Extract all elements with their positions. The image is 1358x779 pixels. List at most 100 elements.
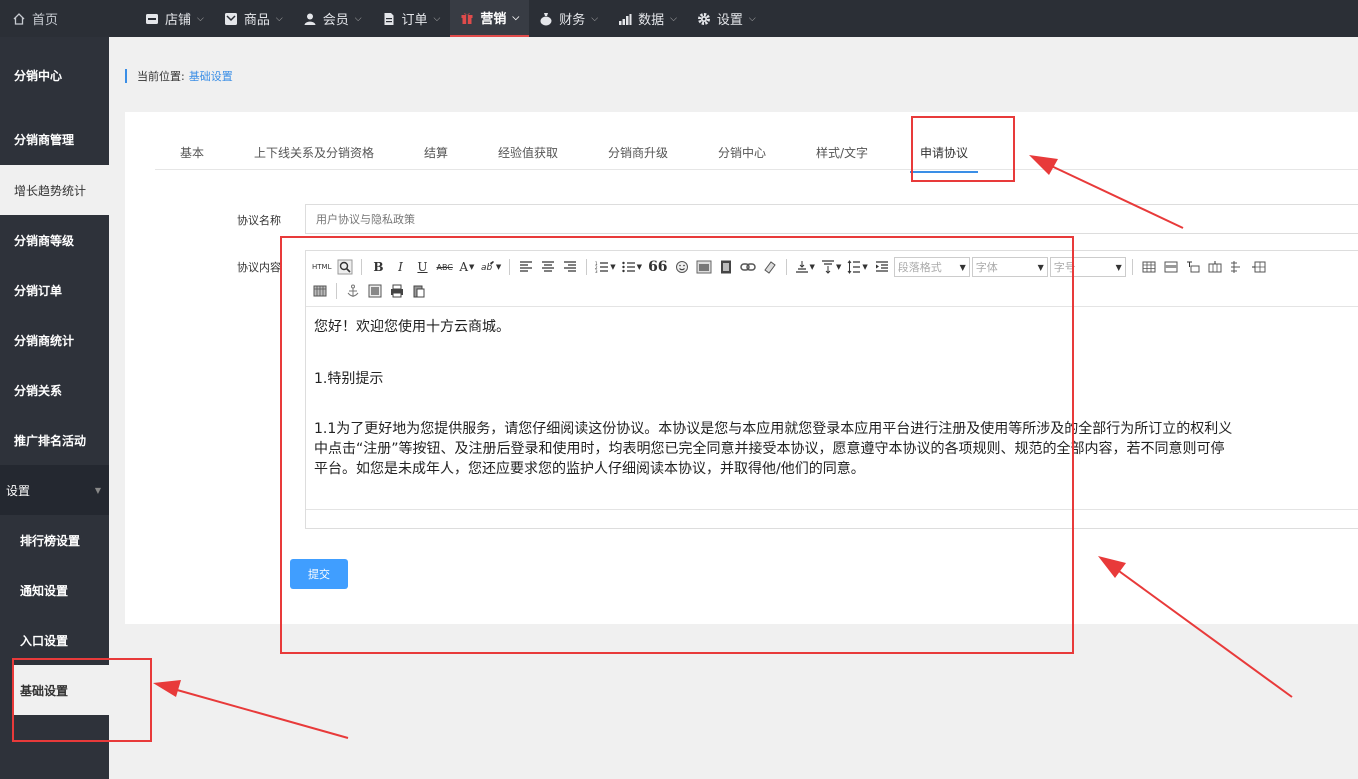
tab-settlement[interactable]: 结算 [424,136,448,161]
content-blank-line [314,337,1357,369]
sidebar-item-distribution-center[interactable]: 分销中心 [0,37,109,113]
italic-button[interactable]: I [390,257,410,277]
anchor-icon[interactable] [343,281,363,301]
image-icon[interactable] [694,257,714,277]
agreement-name-input[interactable] [305,204,1358,234]
breadcrumb-current[interactable]: 基础设置 [189,68,233,84]
sidebar-item-growth-stats[interactable]: 增长趋势统计 [0,165,109,215]
caret-down-icon: ▼ [469,263,475,271]
indent-icon[interactable] [872,257,892,277]
print-icon[interactable] [387,281,407,301]
chevron-down-icon: ⌵ [591,13,599,24]
tab-style-text[interactable]: 样式/文字 [816,136,868,161]
tab-relations[interactable]: 上下线关系及分销资格 [254,136,374,161]
caret-down-icon: ▼ [495,263,502,271]
caret-down-icon: ▼ [959,262,966,272]
blockquote-icon[interactable]: 66 [646,257,669,277]
sidebar-item-entry-settings[interactable]: 入口设置 [0,615,109,665]
table-icon[interactable] [1139,257,1159,277]
sidebar-item-notification-settings[interactable]: 通知设置 [0,565,109,615]
sidebar-item-label: 入口设置 [20,633,69,648]
sidebar-item-label: 分销商管理 [14,132,75,147]
nav-settings[interactable]: 设置 ⌵ [687,0,766,37]
underline-button[interactable]: U [412,257,432,277]
vertical-align-icon[interactable]: ▼ [793,257,817,277]
paste-icon[interactable] [409,281,429,301]
chevron-down-icon: ⌵ [670,13,677,24]
sidebar-item-basic-settings[interactable]: 基础设置 [12,665,109,715]
insert-row-icon[interactable] [1161,257,1181,277]
link-icon[interactable] [738,257,758,277]
split-cells-icon[interactable] [1249,257,1269,277]
align-left-icon[interactable] [516,257,536,277]
paragraph-spacing-icon[interactable]: ▼ [819,257,843,277]
caret-down-icon: ▼ [862,263,868,271]
eraser-icon[interactable] [760,257,780,277]
emoji-icon[interactable] [672,257,692,277]
preview-icon[interactable] [335,257,355,277]
align-right-icon[interactable] [560,257,580,277]
top-navigation: 首页 店铺 ⌵ 商品 ⌵ 会员 ⌵ 订单 ⌵ 营销 ⌵ 财务 ⌵ 数据 ⌵ 设置 ⌵ [0,0,1358,37]
paragraph-format-select[interactable]: 段落格式 ▼ [893,257,970,277]
breadcrumb-prefix: 当前位置: [137,70,185,83]
sidebar-item-distributor-stats[interactable]: 分销商统计 [0,315,109,365]
breadcrumb-bar [125,69,127,83]
content-paragraph-line-1: 1.1为了更好地为您提供服务，请您仔细阅读这份协议。本协议是您与本应用就您登录本… [314,421,1233,437]
annotation-arrow-sidebar [153,680,349,739]
insert-caption-icon[interactable] [1183,257,1203,277]
nav-order[interactable]: 订单 ⌵ [372,0,451,37]
sidebar-item-distribution-orders[interactable]: 分销订单 [0,265,109,315]
sidebar-item-distributor-level[interactable]: 分销商等级 [0,215,109,265]
sidebar-section-settings[interactable]: 设置 ▼ [0,465,109,515]
nav-home[interactable]: 首页 [0,0,135,37]
tab-upgrade[interactable]: 分销商升级 [608,136,668,161]
bold-button[interactable]: B [368,257,388,277]
sidebar-item-ranking-settings[interactable]: 排行榜设置 [0,515,109,565]
nav-marketing[interactable]: 营销 ⌵ [450,0,530,37]
caret-down-icon: ▼ [610,263,616,271]
caret-down-icon: ▼ [636,263,643,271]
caret-down-icon: ▼ [1115,262,1122,272]
delete-table-icon[interactable] [310,281,330,301]
submit-button[interactable]: 提交 [290,559,348,589]
strikethrough-button[interactable]: ABC [434,257,454,277]
nav-settings-label: 设置 [716,13,743,28]
editor-content[interactable]: 您好！欢迎您使用十方云商城。 1.特别提示 1.1为了更好地为您提供服务，请您仔… [306,307,1358,509]
sidebar-item-label: 分销订单 [14,283,63,298]
toolbar-divider [361,259,363,275]
sidebar-item-distributor-management[interactable]: 分销商管理 [0,113,109,165]
tab-basic[interactable]: 基本 [180,136,204,161]
chart-icon [618,12,632,26]
sidebar-item-promotion-ranking[interactable]: 推广排名活动 [0,415,109,465]
ordered-list-icon[interactable]: 1 2 3 ▼ [593,257,617,277]
tab-agreement[interactable]: 申请协议 [910,136,979,173]
nav-finance[interactable]: 财务 ⌵ [529,0,608,37]
content-paragraph-line-3: 平台。如您是未成年人，您还应要求您的监护人仔细阅读本协议，并取得他/他们的同意。 [314,461,865,477]
chevron-down-icon: ⌵ [275,13,283,24]
chevron-down-icon: ⌵ [433,13,441,24]
sidebar-item-label: 基础设置 [20,683,69,698]
nav-member[interactable]: 会员 ⌵ [293,0,372,37]
video-icon[interactable] [716,257,736,277]
insert-column-icon[interactable] [1205,257,1225,277]
highlight-color-button[interactable]: ab ▼ [479,257,503,277]
align-center-icon[interactable] [538,257,558,277]
sidebar-item-label: 分销商等级 [14,233,75,248]
nav-data[interactable]: 数据 ⌵ [608,0,687,37]
insert-image-icon[interactable] [365,281,385,301]
tab-experience[interactable]: 经验值获取 [498,136,558,161]
sidebar-item-distribution-relations[interactable]: 分销关系 [0,365,109,415]
font-color-button[interactable]: A ▼ [457,257,477,277]
tab-distribution-center[interactable]: 分销中心 [718,136,766,161]
merge-cells-icon[interactable] [1227,257,1247,277]
font-size-select[interactable]: 字号 ▼ [1049,257,1126,277]
nav-goods[interactable]: 商品 ⌵ [214,0,293,37]
nav-store[interactable]: 店铺 ⌵ [135,0,214,37]
sidebar: 分销中心 分销商管理 增长趋势统计 分销商等级 分销订单 分销商统计 分销关系 … [0,37,109,779]
tab-bar: 基本 上下线关系及分销资格 结算 经验值获取 分销商升级 分销中心 样式/文字 … [155,136,1358,173]
font-family-select[interactable]: 字体 ▼ [971,257,1048,277]
sidebar-item-label: 排行榜设置 [20,533,81,548]
line-height-icon[interactable]: ▼ [845,257,869,277]
unordered-list-icon[interactable]: ▼ [620,257,644,277]
html-source-button[interactable]: HTML [310,257,333,277]
